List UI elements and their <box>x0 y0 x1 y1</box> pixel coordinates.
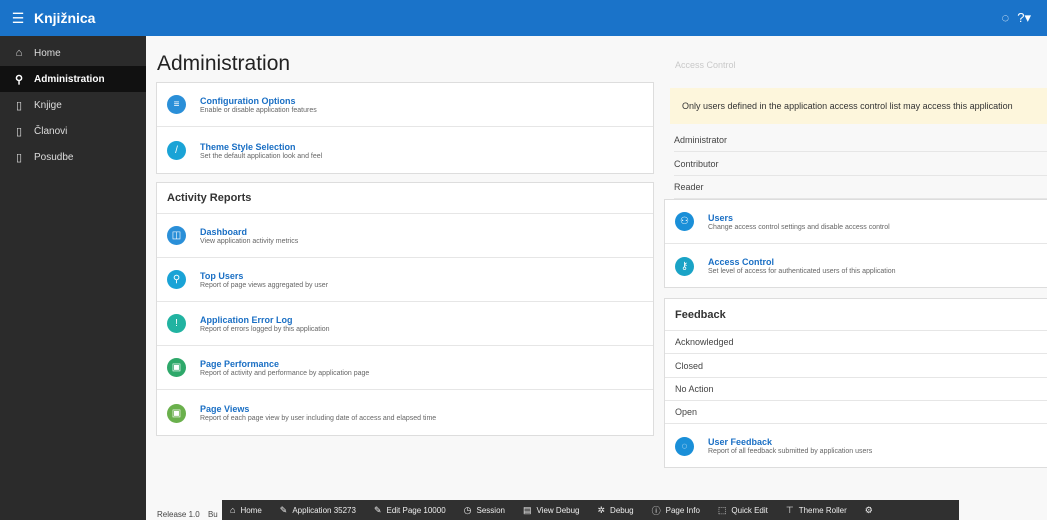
sidebar-item-label: Home <box>34 47 61 59</box>
list-item[interactable]: ◌ User Feedback Report of all feedback s… <box>665 424 1047 468</box>
user-icon: ⚲ <box>167 270 186 289</box>
gear-icon: ⚙ <box>864 504 873 515</box>
config-options-link[interactable]: Configuration Options <box>200 96 317 106</box>
page-views-desc: Report of each page view by user includi… <box>200 415 437 422</box>
dev-home-button[interactable]: ⌂ Home <box>230 505 262 515</box>
chat-icon[interactable]: ◌ <box>1002 10 1010 26</box>
dev-session-button[interactable]: ◷ Session <box>464 505 505 516</box>
list-item[interactable]: ! Application Error Log Report of errors… <box>157 302 653 346</box>
top-users-desc: Report of page views aggregated by user <box>200 281 329 289</box>
page-icon: ▯ <box>15 99 23 112</box>
clock-icon: ◷ <box>463 504 472 515</box>
list-item[interactable]: ▣ Page Views Report of each page view by… <box>157 390 653 436</box>
access-control-link[interactable]: Access Control <box>708 257 896 267</box>
dev-page-info-button[interactable]: ⓘ Page Info <box>652 504 700 517</box>
page-icon: ▯ <box>15 151 23 164</box>
quick-edit-icon: ⬚ <box>717 504 727 515</box>
dashboard-link[interactable]: Dashboard <box>200 227 298 237</box>
feedback-status: No Action <box>665 378 1047 401</box>
page-views-icon: ▣ <box>167 403 186 423</box>
home-icon: ⌂ <box>15 47 23 59</box>
sidebar-item-label: Posudbe <box>34 151 74 163</box>
users-desc: Change access control settings and disab… <box>708 223 890 231</box>
users-icon: ⚇ <box>675 212 694 231</box>
dev-settings-button[interactable]: ⚙ <box>865 505 878 516</box>
config-options-desc: Enable or disable application features <box>200 106 317 114</box>
help-icon[interactable]: ?▾ <box>1017 10 1031 26</box>
page-title: Administration <box>157 52 291 75</box>
dev-edit-page-button[interactable]: ✎ Edit Page 10000 <box>374 505 446 516</box>
list-item[interactable]: ⚇ Users Change access control settings a… <box>665 200 1047 244</box>
sidebar: ⌂ Home ⚲ Administration ▯ Knjige ▯ Člano… <box>0 36 146 520</box>
access-links-card: ⚇ Users Change access control settings a… <box>664 199 1047 288</box>
alert-icon: ! <box>167 314 186 333</box>
sidebar-item-label: Knjige <box>34 99 62 111</box>
top-navigation-bar: ☰ Knjižnica ◌ ?▾ <box>0 0 1047 36</box>
home-icon: ⌂ <box>230 505 236 515</box>
sidebar-item-label: Administration <box>34 73 105 85</box>
access-control-desc: Set level of access for authenticated us… <box>708 268 896 275</box>
sidebar-item-clanovi[interactable]: ▯ Članovi <box>0 118 146 144</box>
role-item: Contributor <box>674 152 1047 176</box>
config-card: ≡ Configuration Options Enable or disabl… <box>156 82 654 174</box>
user-feedback-link[interactable]: User Feedback <box>708 437 872 447</box>
role-item: Reader <box>674 176 1047 199</box>
admin-icon: ⚲ <box>14 73 24 86</box>
sidebar-item-home[interactable]: ⌂ Home <box>0 40 146 66</box>
bug-icon: ✲ <box>597 504 606 515</box>
theme-style-desc: Set the default application look and fee… <box>200 152 323 160</box>
feedback-heading: Feedback <box>665 299 1047 331</box>
feedback-status: Open <box>665 401 1047 424</box>
dev-application-button[interactable]: ✎ Application 35273 <box>280 505 356 516</box>
page-performance-link[interactable]: Page Performance <box>200 359 369 369</box>
info-icon: ⓘ <box>651 505 661 516</box>
app-title[interactable]: Knjižnica <box>34 10 95 26</box>
page-performance-icon: ▣ <box>167 358 186 377</box>
users-link[interactable]: Users <box>708 213 890 223</box>
error-log-desc: Report of errors logged by this applicat… <box>200 325 330 333</box>
sidebar-item-posudbe[interactable]: ▯ Posudbe <box>0 144 146 170</box>
brush-icon: / <box>167 141 186 160</box>
error-log-link[interactable]: Application Error Log <box>200 315 330 325</box>
access-control-notice: Only users defined in the application ac… <box>670 88 1047 124</box>
feedback-status: Acknowledged <box>665 331 1047 354</box>
page-icon: ▯ <box>15 125 23 138</box>
theme-roller-icon: ⊤ <box>785 504 794 515</box>
developer-toolbar: ⌂ Home ✎ Application 35273 ✎ Edit Page 1000… <box>222 500 959 520</box>
activity-reports-heading: Activity Reports <box>157 183 653 214</box>
list-item[interactable]: ▣ Page Performance Report of activity an… <box>157 346 653 390</box>
list-item[interactable]: / Theme Style Selection Set the default … <box>157 127 653 174</box>
hamburger-icon[interactable]: ☰ <box>8 9 28 27</box>
view-debug-icon: ▤ <box>522 504 532 515</box>
theme-style-link[interactable]: Theme Style Selection <box>200 142 322 152</box>
key-icon: ⚷ <box>675 256 694 276</box>
list-item[interactable]: ◫ Dashboard View application activity me… <box>157 214 653 258</box>
dev-quick-edit-button[interactable]: ⬚ Quick Edit <box>718 505 768 516</box>
edit-icon: ✎ <box>373 504 382 515</box>
activity-reports-card: Activity Reports ◫ Dashboard View applic… <box>156 182 654 436</box>
sidebar-item-label: Članovi <box>34 125 68 137</box>
dev-theme-roller-button[interactable]: ⊤ Theme Roller <box>786 505 847 516</box>
dev-view-debug-button[interactable]: ▤ View Debug <box>523 505 580 516</box>
user-feedback-desc: Report of all feedback submitted by appl… <box>708 448 873 455</box>
sidebar-item-administration[interactable]: ⚲ Administration <box>0 66 146 92</box>
sliders-icon: ≡ <box>167 95 186 114</box>
sidebar-item-knjige[interactable]: ▯ Knjige <box>0 92 146 118</box>
chat-bubble-icon: ◌ <box>675 436 694 456</box>
dashboard-desc: View application activity metrics <box>200 237 299 245</box>
dev-debug-button[interactable]: ✲ Debug <box>598 505 634 516</box>
list-item[interactable]: ⚷ Access Control Set level of access for… <box>665 244 1047 288</box>
page-views-link[interactable]: Page Views <box>200 404 436 414</box>
list-item[interactable]: ≡ Configuration Options Enable or disabl… <box>157 83 653 127</box>
edit-icon: ✎ <box>279 504 288 515</box>
release-label: Release 1.0 Bu <box>157 510 218 519</box>
top-users-link[interactable]: Top Users <box>200 271 328 281</box>
access-control-heading: Access Control <box>675 60 736 70</box>
list-item[interactable]: ⚲ Top Users Report of page views aggrega… <box>157 258 653 302</box>
dashboard-icon: ◫ <box>167 226 186 245</box>
feedback-card: Feedback Acknowledged Closed No Action O… <box>664 298 1047 468</box>
feedback-status: Closed <box>665 354 1047 378</box>
role-item: Administrator <box>674 129 1047 152</box>
page-performance-desc: Report of activity and performance by ap… <box>200 369 370 377</box>
